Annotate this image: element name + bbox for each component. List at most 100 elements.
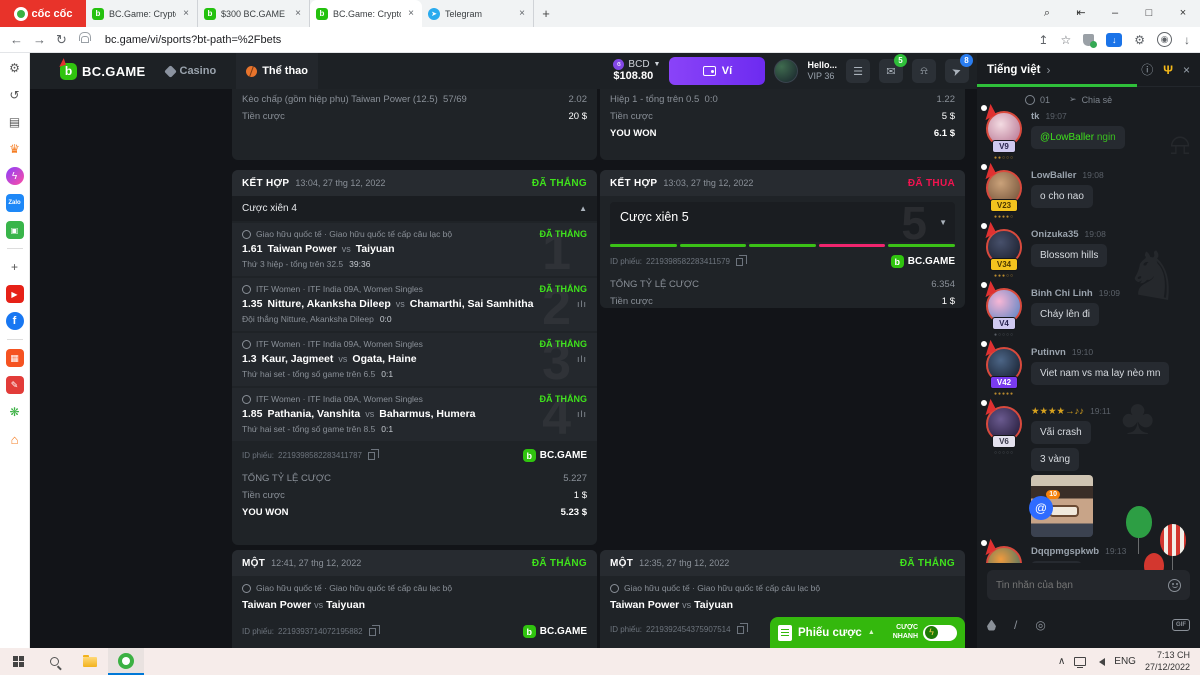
coccoc-taskbar-icon[interactable]	[108, 648, 144, 675]
nav-casino[interactable]: Casino	[156, 53, 227, 89]
vip-badge: V9	[992, 140, 1016, 153]
close-chat-icon[interactable]: ×	[1183, 63, 1190, 77]
mail-icon[interactable]: ✉5	[879, 59, 903, 83]
bet-list-icon[interactable]: ☰	[846, 59, 870, 83]
settings-gear-icon[interactable]: ⚙	[6, 59, 24, 77]
tab-bcgame-active[interactable]: bBC.Game: Crypto Casino Gan×	[310, 0, 422, 27]
messenger-icon[interactable]: ϟ	[6, 167, 24, 185]
extensions-icon[interactable]: ⚙	[1134, 33, 1145, 47]
stats-icon[interactable]: ılı	[577, 299, 587, 309]
crown-icon[interactable]: ♛	[6, 140, 24, 158]
tab-telegram[interactable]: ➤Telegram×	[422, 0, 534, 27]
bet-card-partial-right[interactable]: Hiệp 1 - tổng trên 0.5 0:01.22 Tiền cược…	[600, 89, 965, 160]
bookmark-star-icon[interactable]: ☆	[1060, 33, 1071, 47]
bet-card-combo-won[interactable]: KẾT HỢP 13:04, 27 thg 12, 2022 ĐÃ THẮNG …	[232, 170, 597, 545]
copy-icon[interactable]	[736, 258, 743, 266]
forward-button[interactable]: →	[33, 32, 46, 47]
minimize-button[interactable]: –	[1098, 0, 1132, 27]
gif-icon[interactable]: GIF	[1172, 619, 1190, 631]
close-tab-icon[interactable]: ×	[181, 8, 191, 19]
close-tab-icon[interactable]: ×	[406, 8, 416, 19]
commands-icon[interactable]: /	[1014, 618, 1017, 632]
chat-input-box[interactable]	[987, 570, 1190, 600]
browser-tabstrip: cốc cốc bBC.Game: Crypto Casino Gan× b$3…	[0, 0, 1200, 27]
promo-icon[interactable]: ❋	[6, 403, 24, 421]
profile-icon[interactable]: ◉	[1157, 32, 1172, 47]
tennis-icon	[242, 285, 251, 294]
network-icon[interactable]	[1074, 657, 1086, 666]
tray-chevron-icon[interactable]: ∧	[1058, 656, 1065, 667]
restore-icon[interactable]: ⇤	[1064, 0, 1098, 27]
url-text[interactable]: bc.game/vi/sports?bt-path=%2Fbets	[105, 34, 281, 46]
quick-bet-toggle[interactable]: CƯỢCNHANH	[893, 624, 957, 640]
language-indicator[interactable]: ENG	[1114, 656, 1136, 667]
new-tab-button[interactable]: +	[534, 0, 558, 27]
cart-icon[interactable]: ⌂	[6, 430, 24, 448]
tab-bcgame-1[interactable]: bBC.Game: Crypto Casino Gan×	[86, 0, 198, 27]
reload-button[interactable]: ↻	[56, 32, 67, 48]
maximize-button[interactable]: □	[1132, 0, 1166, 27]
trophy-icon[interactable]: Ψ	[1163, 63, 1173, 77]
shopping-icon[interactable]: ▦	[6, 349, 24, 367]
vip-badge: V6	[992, 435, 1016, 448]
taskbar-search-icon[interactable]	[36, 648, 72, 675]
tab-bcgame-parlay[interactable]: b$300 BC.GAME Sports Parlay×	[198, 0, 310, 27]
betslip-button[interactable]: Phiếu cược ▲ CƯỢCNHANH	[770, 617, 965, 648]
reading-list-icon[interactable]: ▤	[6, 113, 24, 131]
expand-icon[interactable]: ▼	[939, 218, 947, 227]
quick-bet-switch[interactable]	[923, 625, 957, 641]
back-button[interactable]: ←	[10, 32, 23, 47]
rain-icon[interactable]	[987, 620, 996, 631]
divider	[7, 339, 23, 340]
emoji-icon[interactable]	[1168, 579, 1181, 592]
wallet-button[interactable]: Ví	[669, 57, 765, 85]
combo-title-row[interactable]: Cược xiên 4▲	[232, 196, 597, 221]
combo-title-row[interactable]: Cược xiên 5 5 ▼	[610, 202, 955, 242]
mention-notification[interactable]: @10	[1029, 496, 1053, 520]
collapse-icon[interactable]: ▲	[579, 204, 587, 213]
avatar[interactable]	[986, 546, 1022, 563]
copy-icon[interactable]	[737, 626, 744, 634]
chevron-right-icon[interactable]: ›	[1046, 63, 1050, 77]
nav-sports[interactable]: Thể thao	[236, 53, 318, 89]
chat-toggle-icon[interactable]: ➤8	[945, 59, 969, 83]
tray-clock[interactable]: 7:13 CH 27/12/2022	[1145, 650, 1190, 673]
copy-icon[interactable]	[368, 452, 375, 460]
volume-icon[interactable]	[1095, 658, 1105, 666]
facebook-icon[interactable]: f	[6, 312, 24, 330]
shared-bet-footer[interactable]: 01 ➢ Chia sẻ	[1025, 94, 1192, 105]
close-tab-icon[interactable]: ×	[517, 8, 527, 19]
stats-icon[interactable]: ılı	[577, 354, 587, 364]
currency-selector[interactable]: ɞBCD▼ $108.80	[613, 59, 660, 82]
downloads-icon[interactable]: ↓	[1184, 33, 1190, 47]
coccoc-brand[interactable]: cốc cốc	[0, 0, 86, 27]
share-icon[interactable]: ↥	[1038, 33, 1048, 47]
adblock-shield-icon[interactable]	[1083, 34, 1094, 46]
basketball-icon	[246, 66, 257, 77]
info-icon[interactable]: ⓘ	[1141, 61, 1153, 78]
add-shortcut-icon[interactable]: +	[6, 258, 24, 276]
user-meta[interactable]: Hello... VIP 36	[807, 60, 837, 82]
notifications-bell-icon[interactable]: ⍾	[912, 59, 936, 83]
youtube-icon[interactable]: ▶	[6, 285, 24, 303]
bet-card-partial-left[interactable]: Kèo chấp (gồm hiệp phụ) Taiwan Power (12…	[232, 89, 597, 160]
file-explorer-icon[interactable]	[72, 648, 108, 675]
bet-card-single-left[interactable]: MỘT 12:41, 27 thg 12, 2022 ĐÃ THẮNG Giao…	[232, 550, 597, 648]
stats-icon[interactable]: ılı	[577, 409, 587, 419]
tip-coin-icon[interactable]: ◎	[1035, 618, 1045, 632]
history-icon[interactable]: ↺	[6, 86, 24, 104]
games-icon[interactable]: ▣	[6, 221, 24, 239]
close-window-button[interactable]: ×	[1166, 0, 1200, 27]
chat-language[interactable]: Tiếng việt	[987, 64, 1040, 76]
bcgame-logo[interactable]: b BC.GAME	[60, 63, 146, 80]
zalo-icon[interactable]: Zalo	[6, 194, 24, 212]
close-tab-icon[interactable]: ×	[293, 8, 303, 19]
start-button[interactable]	[0, 648, 36, 675]
search-tabs-icon[interactable]: ⌕	[1030, 0, 1064, 27]
bet-card-combo-lost[interactable]: KẾT HỢP 13:03, 27 thg 12, 2022 ĐÃ THUA C…	[600, 170, 965, 308]
chat-input[interactable]	[996, 580, 1168, 591]
copy-icon[interactable]	[369, 628, 376, 636]
avatar[interactable]	[774, 59, 798, 83]
download-manager-icon[interactable]: ↓	[1106, 33, 1122, 47]
notes-icon[interactable]: ✎	[6, 376, 24, 394]
